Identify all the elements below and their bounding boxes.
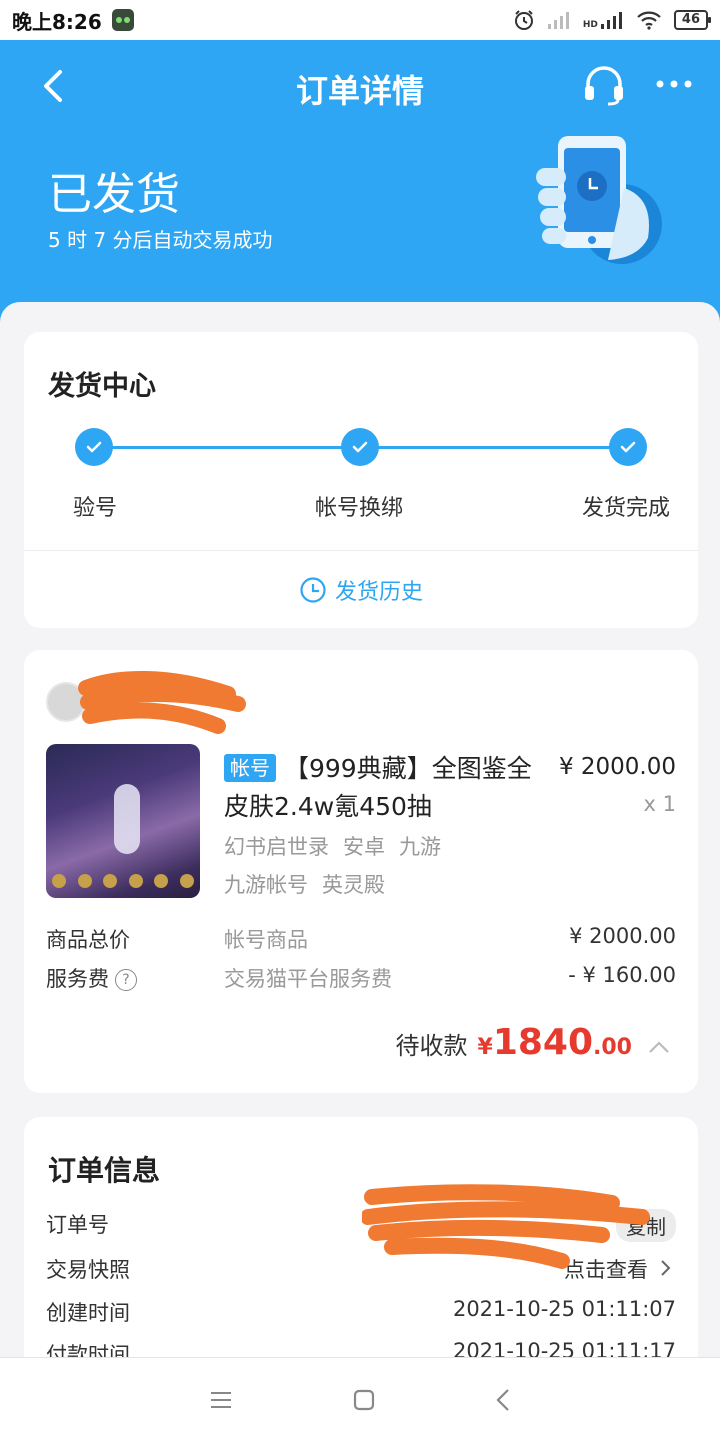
row-key: 订单号 — [46, 1213, 109, 1237]
chevron-up-icon[interactable] — [648, 1040, 670, 1054]
menu-icon[interactable] — [209, 1390, 233, 1410]
alarm-icon — [514, 10, 533, 30]
step-check-icon — [75, 428, 113, 466]
customer-service-icon[interactable] — [582, 66, 626, 106]
pending-total[interactable]: 待收款 ¥1840.00 — [396, 1022, 671, 1063]
home-icon[interactable] — [353, 1389, 375, 1411]
step-check-icon — [609, 428, 647, 466]
battery-indicator: 46 — [673, 10, 712, 30]
total-cents: .00 — [593, 1035, 632, 1060]
help-icon[interactable]: ? — [115, 969, 137, 991]
product-price: ¥ 2000.00 — [558, 754, 676, 780]
meta-game: 幻书启世录 — [224, 835, 329, 859]
product-title[interactable]: 帐号 【999典藏】全图鉴全皮肤2.4w氪450抽 — [224, 750, 554, 826]
order-info-title: 订单信息 — [48, 1154, 161, 1187]
shipping-center-title: 发货中心 — [48, 371, 156, 402]
product-thumbnail[interactable] — [46, 744, 200, 898]
currency-symbol: ¥ — [477, 1035, 493, 1060]
signal-hd-icon: HD — [583, 10, 624, 30]
nav-bar: 订单详情 — [0, 40, 720, 132]
row-desc: 交易猫平台服务费 — [224, 967, 392, 991]
system-nav-bar — [0, 1357, 720, 1441]
meta-platform: 安卓 — [343, 835, 385, 859]
shipping-history-label: 发货历史 — [334, 580, 423, 605]
phone-in-hand-illustration — [536, 136, 662, 264]
step-label-verify: 验号 — [73, 496, 118, 521]
order-status-title: 已发货 — [48, 169, 180, 220]
meta-server: 英灵殿 — [322, 873, 385, 897]
row-value: - ¥ 160.00 — [568, 963, 676, 987]
redaction-mark — [78, 670, 246, 734]
redaction-mark — [362, 1184, 650, 1269]
meta-account-type: 九游帐号 — [224, 873, 308, 897]
meta-channel: 九游 — [399, 835, 441, 859]
app-notification-icon — [111, 9, 134, 31]
step-check-icon — [341, 428, 379, 466]
order-status-subtitle: 5 时 7 分后自动交易成功 — [48, 228, 273, 252]
status-bar: 晚上8:26 HD 46 — [0, 0, 720, 40]
total-amount: 1840 — [492, 1022, 594, 1063]
row-key: 交易快照 — [46, 1258, 130, 1282]
wifi-icon — [637, 11, 661, 30]
divider — [24, 550, 698, 551]
row-desc: 帐号商品 — [224, 928, 308, 952]
row-key: 创建时间 — [46, 1301, 130, 1325]
order-header: 订单详情 已发货 5 时 7 分后自动交易成功 — [0, 40, 720, 340]
shipping-history-link[interactable]: 发货历史 — [24, 574, 698, 606]
step-label-done: 发货完成 — [582, 496, 671, 521]
step-label-rebind: 帐号换绑 — [315, 496, 404, 521]
row-value: ¥ 2000.00 — [569, 924, 676, 948]
shipping-center-card: 发货中心 验号 帐号换绑 发货完成 发货历史 — [24, 332, 698, 628]
total-label: 待收款 — [395, 1032, 468, 1060]
status-time: 晚上8:26 — [12, 9, 102, 34]
product-card: 帐号 【999典藏】全图鉴全皮肤2.4w氪450抽 ¥ 2000.00 x 1 幻… — [24, 650, 698, 1093]
row-value: 2021-10-25 01:11:07 — [452, 1297, 676, 1321]
back-nav-icon[interactable] — [495, 1388, 511, 1412]
row-key: 服务费? — [46, 963, 137, 993]
product-meta: 幻书启世录 安卓 九游 九游帐号 英灵殿 — [224, 828, 455, 904]
signal-empty-icon — [547, 12, 569, 29]
row-key: 商品总价 — [46, 928, 130, 952]
clock-icon — [300, 577, 326, 603]
product-type-tag: 帐号 — [224, 754, 276, 782]
product-quantity: x 1 — [643, 792, 676, 816]
more-icon[interactable] — [654, 68, 694, 100]
